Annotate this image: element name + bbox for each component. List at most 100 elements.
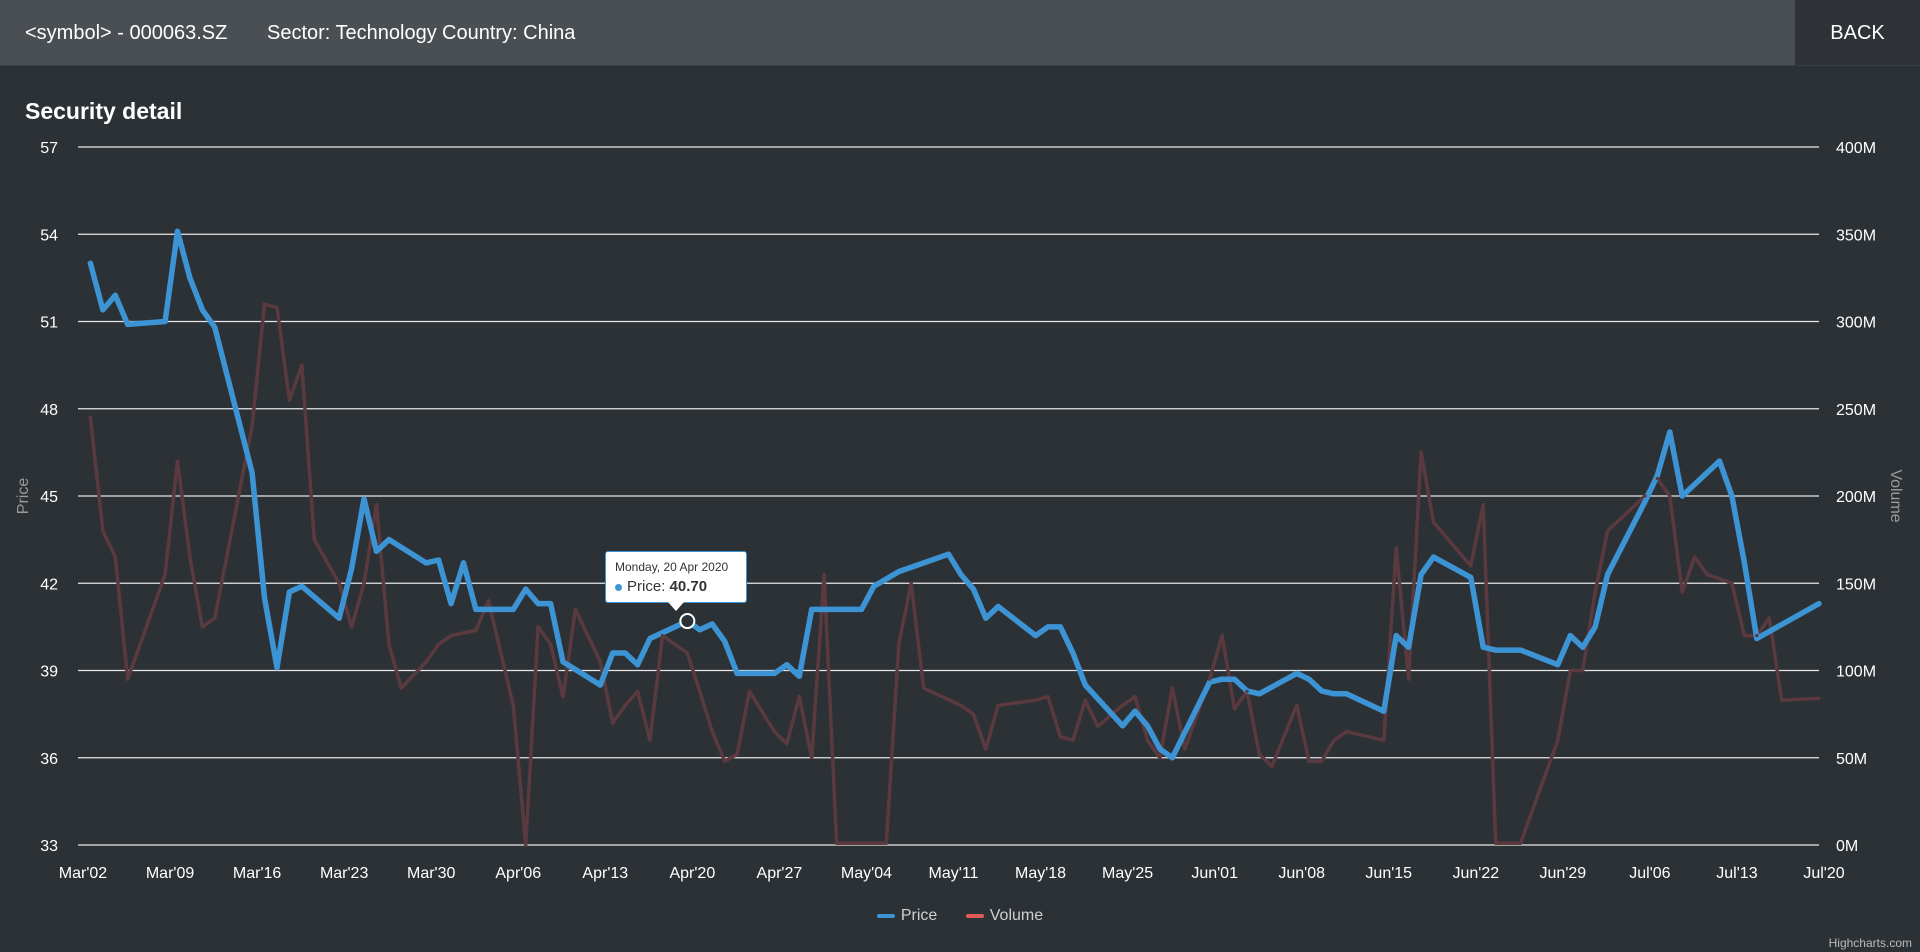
volume-point (660, 633, 665, 638)
price-point (734, 670, 740, 677)
volume-point (834, 841, 839, 845)
price-point (1045, 624, 1051, 630)
y2-tick-label: 150M (1836, 576, 1876, 593)
price-point (622, 650, 628, 656)
y2-tick-label: 300M (1836, 315, 1876, 332)
hovered-point[interactable] (679, 613, 696, 630)
x-tick-label: Jun'22 (1452, 865, 1499, 882)
price-point (722, 638, 728, 645)
credits-link[interactable]: Highcharts.com (1829, 936, 1912, 950)
volume-point (511, 703, 515, 708)
volume-point (1668, 494, 1672, 498)
price-point (709, 621, 715, 627)
volume-point (785, 742, 789, 746)
x-tick-label: Apr'06 (495, 865, 541, 882)
price-point (597, 682, 603, 688)
volume-point (1692, 555, 1697, 559)
tooltip-value-row: Price: 40.70 (615, 578, 707, 595)
price-point (970, 586, 976, 592)
volume-point (1319, 759, 1324, 763)
volume-point (1643, 494, 1647, 498)
volume-point (1145, 738, 1150, 742)
y-tick-label: 57 (40, 140, 58, 157)
volume-point (772, 729, 777, 734)
price-point (1592, 624, 1598, 630)
tooltip-date: Monday, 20 Apr 2020 (615, 560, 729, 574)
y2-axis-label: Volume (1887, 469, 1904, 522)
volume-point (635, 689, 640, 694)
price-point (958, 571, 964, 578)
price-point (348, 566, 355, 572)
volume-point (1493, 841, 1498, 845)
y2-tick-label: 400M (1836, 140, 1876, 157)
price-point (771, 670, 778, 677)
volume-point (1133, 694, 1137, 699)
volume-point (126, 677, 130, 681)
volume-point (287, 398, 292, 402)
price-point (896, 569, 902, 575)
x-tick-label: Mar'16 (233, 865, 282, 882)
volume-point (1232, 707, 1237, 711)
volume-point (611, 721, 615, 725)
x-tick-label: Apr'27 (757, 865, 803, 882)
price-point (112, 292, 118, 298)
price-point (1306, 676, 1312, 682)
price-point (1331, 691, 1337, 697)
x-tick-label: May'11 (929, 865, 979, 882)
y-tick-label: 39 (40, 664, 58, 681)
price-point (162, 318, 168, 325)
price-point (1393, 633, 1399, 639)
price-point (635, 662, 641, 668)
y-tick-label: 54 (40, 227, 58, 244)
legend-item-volume[interactable]: Volume (965, 907, 1044, 925)
price-point (610, 650, 616, 656)
volume-point (1058, 735, 1063, 739)
volume-point (374, 503, 379, 507)
price-point (460, 560, 467, 566)
volume-point (523, 843, 528, 847)
volume-point (213, 616, 217, 620)
price-point (1418, 571, 1424, 578)
volume-point (1506, 841, 1510, 845)
y2-tick-label: 200M (1836, 489, 1876, 506)
price-point (423, 560, 429, 566)
price-point (871, 583, 877, 589)
price-point (373, 548, 380, 554)
price-point (1082, 682, 1088, 688)
price-point (1667, 429, 1673, 435)
price-point (1468, 574, 1474, 581)
volume-point (1431, 520, 1436, 524)
volume-point (1581, 668, 1585, 673)
price-point (535, 601, 541, 607)
price-point (983, 615, 989, 621)
volume-point (1096, 724, 1100, 729)
x-axis-ticks: Mar'02 Mar'09 Mar'16 Mar'23 Mar'30 Apr'06 Apr'… (59, 865, 1845, 882)
price-volume-chart: 33 36 39 42 45 48 51 54 57 0M 50M 100M 150M 200M 250M… (15, 140, 1904, 882)
price-point (1318, 688, 1325, 694)
price-point (199, 307, 205, 313)
volume-point (1245, 689, 1249, 694)
legend-label-volume: Volume (989, 907, 1044, 924)
price-point (796, 673, 802, 679)
price-point (1567, 633, 1573, 639)
price-point (697, 627, 703, 633)
tooltip-series-dot (615, 583, 622, 591)
volume-point (1083, 698, 1087, 702)
price-point (1642, 499, 1648, 505)
x-tick-label: Mar'02 (59, 865, 108, 882)
x-tick-label: Jul'06 (1629, 865, 1670, 882)
volume-point (536, 625, 540, 629)
volume-point (648, 738, 652, 742)
volume-point (399, 686, 404, 690)
volume-point (623, 703, 627, 708)
price-line (87, 228, 1822, 761)
price-point (995, 603, 1001, 610)
price-point (1157, 746, 1163, 752)
price-point (523, 586, 529, 592)
price-point (1256, 691, 1262, 697)
price-point (386, 537, 392, 543)
volume-point (1332, 738, 1336, 742)
legend-item-price[interactable]: Price (876, 907, 937, 925)
price-point (784, 662, 790, 668)
volume-point (175, 459, 180, 463)
